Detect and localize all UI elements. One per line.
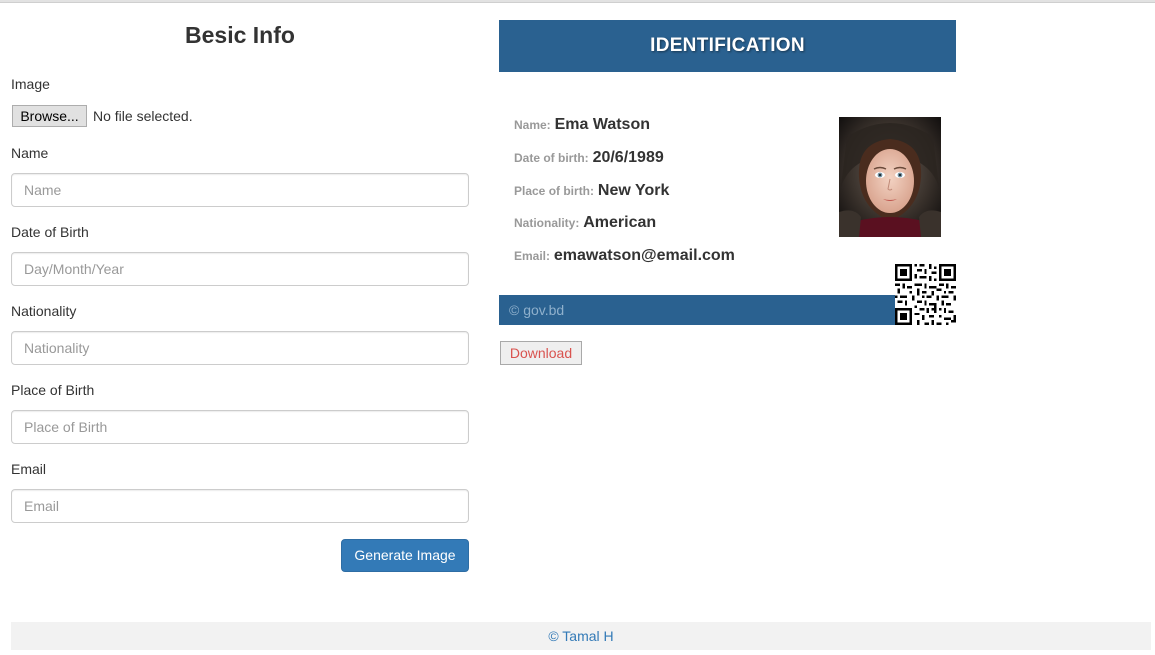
portrait-photo — [839, 117, 941, 237]
email-label: Email — [11, 461, 47, 477]
page-footer: © Tamal H — [11, 622, 1151, 650]
card-field-value: 20/6/1989 — [592, 149, 664, 166]
nationality-label: Nationality — [11, 303, 77, 319]
card-header: IDENTIFICATION — [499, 20, 956, 72]
card-field-pob: Place of birth: New York — [514, 182, 669, 200]
nationality-input[interactable] — [11, 331, 469, 365]
card-field-nationality: Nationality: American — [514, 214, 656, 232]
card-field-key: Email: — [514, 249, 551, 263]
download-button[interactable]: Download — [500, 341, 582, 365]
browse-button[interactable]: Browse... — [12, 105, 87, 127]
pob-input[interactable] — [11, 410, 469, 444]
email-input[interactable] — [11, 489, 469, 523]
card-field-name: Name: Ema Watson — [514, 116, 650, 134]
generate-image-button[interactable]: Generate Image — [341, 539, 469, 572]
card-field-value: emawatson@email.com — [553, 247, 735, 264]
qr-code-icon — [895, 264, 956, 325]
dob-label: Date of Birth — [11, 224, 89, 240]
image-label: Image — [11, 76, 50, 92]
card-field-key: Name: — [514, 118, 551, 132]
file-status: No file selected. — [93, 108, 193, 124]
card-field-value: New York — [597, 182, 670, 199]
dob-input[interactable] — [11, 252, 469, 286]
card-field-dob: Date of birth: 20/6/1989 — [514, 149, 664, 167]
file-picker: Browse... No file selected. — [12, 105, 193, 127]
top-rule — [0, 0, 1155, 3]
name-input[interactable] — [11, 173, 469, 207]
name-label: Name — [11, 145, 49, 161]
card-field-value: American — [583, 214, 657, 231]
card-field-key: Nationality: — [514, 216, 580, 230]
id-card: IDENTIFICATION Name: Ema Watson Date of … — [499, 20, 956, 325]
card-footer: © gov.bd — [499, 295, 956, 325]
card-field-key: Date of birth: — [514, 151, 589, 165]
card-field-value: Ema Watson — [554, 116, 650, 133]
form-title: Besic Info — [185, 22, 295, 48]
card-field-email: Email: emawatson@email.com — [514, 247, 735, 265]
card-field-key: Place of birth: — [514, 184, 595, 198]
pob-label: Place of Birth — [11, 382, 95, 398]
